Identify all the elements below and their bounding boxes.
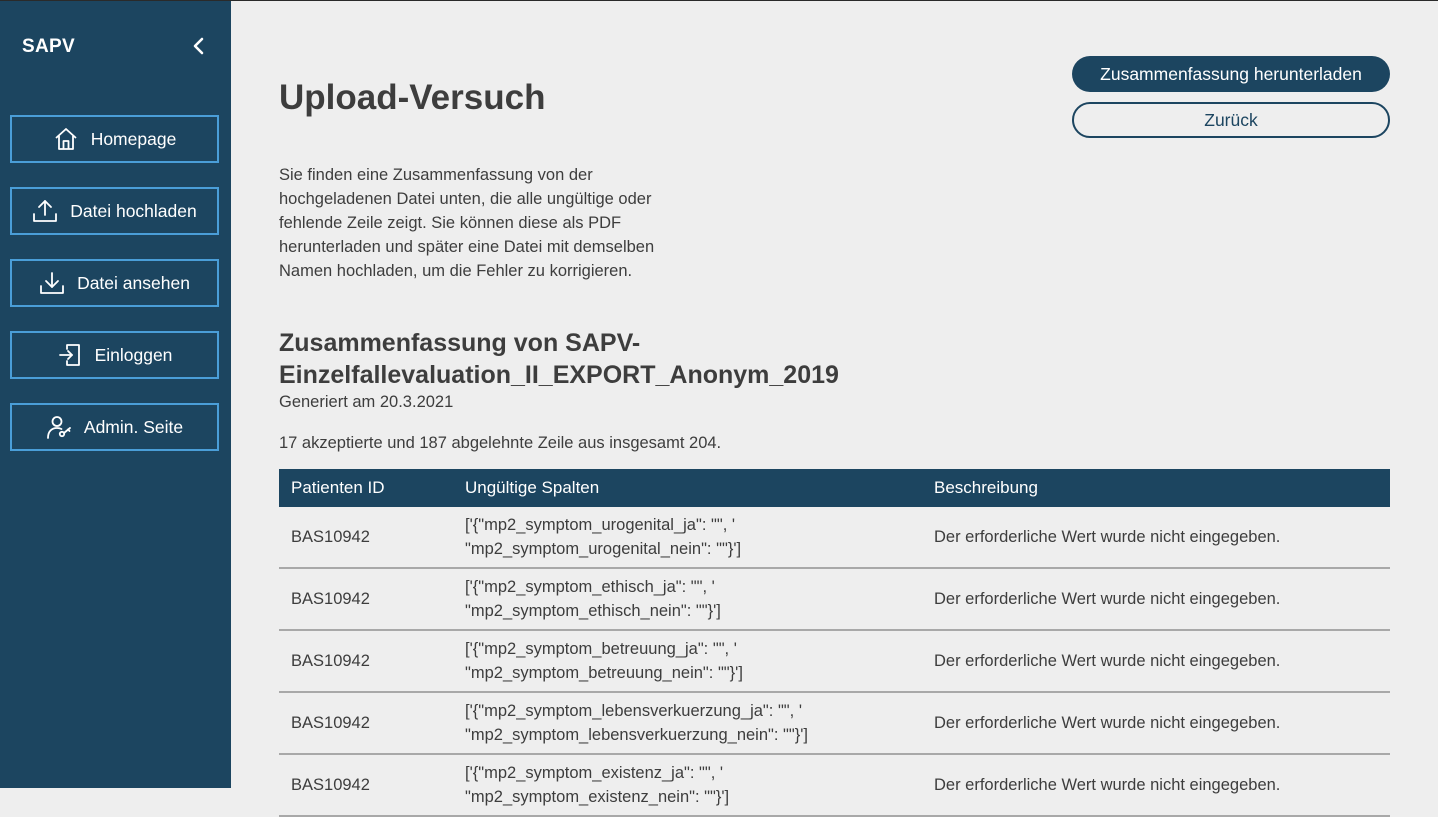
column-header-invalid-columns: Ungültige Spalten xyxy=(465,478,600,497)
table-row: BAS10942 ['{"mp2_symptom_ethisch_ja": ""… xyxy=(279,569,1390,631)
patient-id-cell: BAS10942 xyxy=(291,651,370,670)
errors-table: Patienten ID Ungültige Spalten Beschreib… xyxy=(279,469,1390,817)
summary-title: Zusammenfassung von SAPV-Einzelfallevalu… xyxy=(279,329,839,389)
app-brand: SAPV xyxy=(22,36,75,57)
sidebar-item-login[interactable]: Einloggen xyxy=(10,331,219,379)
admin-user-icon xyxy=(46,414,72,440)
table-row: BAS10942 ['{"mp2_symptom_urogenital_ja":… xyxy=(279,507,1390,569)
sidebar-item-admin[interactable]: Admin. Seite xyxy=(10,403,219,451)
download-summary-button[interactable]: Zusammenfassung herunterladen xyxy=(1072,56,1390,92)
page-title: Upload-Versuch xyxy=(279,78,546,117)
login-icon xyxy=(57,342,83,368)
sidebar-item-homepage[interactable]: Homepage xyxy=(10,115,219,163)
table-row: BAS10942 ['{"mp2_symptom_betreuung_ja": … xyxy=(279,631,1390,693)
description-cell: Der erforderliche Wert wurde nicht einge… xyxy=(934,527,1281,546)
column-header-description: Beschreibung xyxy=(934,478,1038,497)
sidebar: SAPV Homepage Datei hochladen Datei anse… xyxy=(0,0,231,788)
row-counts: 17 akzeptierte und 187 abgelehnte Zeile … xyxy=(279,434,722,452)
invalid-columns-cell: ['{"mp2_symptom_urogenital_ja": "", ' "m… xyxy=(465,516,742,558)
column-header-patient-id: Patienten ID xyxy=(291,478,385,497)
description-cell: Der erforderliche Wert wurde nicht einge… xyxy=(934,589,1281,608)
sidebar-item-label: Einloggen xyxy=(94,344,173,365)
description-cell: Der erforderliche Wert wurde nicht einge… xyxy=(934,713,1281,732)
sidebar-item-label: Datei hochladen xyxy=(70,200,197,221)
download-icon xyxy=(39,270,65,296)
table-row: BAS10942 ['{"mp2_symptom_lebensverkuerzu… xyxy=(279,693,1390,755)
description-cell: Der erforderliche Wert wurde nicht einge… xyxy=(934,775,1281,794)
patient-id-cell: BAS10942 xyxy=(291,713,370,732)
patient-id-cell: BAS10942 xyxy=(291,589,370,608)
back-button[interactable]: Zurück xyxy=(1072,102,1390,138)
intro-text: Sie finden eine Zusammenfassung von der … xyxy=(279,166,655,280)
table-row: BAS10942 ['{"mp2_symptom_existenz_ja": "… xyxy=(279,755,1390,817)
sidebar-item-view-file[interactable]: Datei ansehen xyxy=(10,259,219,307)
sidebar-item-label: Homepage xyxy=(90,128,177,149)
sidebar-item-label: Datei ansehen xyxy=(77,272,190,293)
sidebar-item-label: Admin. Seite xyxy=(83,416,184,437)
invalid-columns-cell: ['{"mp2_symptom_ethisch_ja": "", ' "mp2_… xyxy=(465,578,721,620)
invalid-columns-cell: ['{"mp2_symptom_betreuung_ja": "", ' "mp… xyxy=(465,640,743,682)
generated-date: Generiert am 20.3.2021 xyxy=(279,393,454,411)
sidebar-item-upload[interactable]: Datei hochladen xyxy=(10,187,219,235)
window-top-border xyxy=(0,0,1438,1)
upload-icon xyxy=(32,198,58,224)
chevron-left-icon xyxy=(193,37,204,55)
patient-id-cell: BAS10942 xyxy=(291,527,370,546)
patient-id-cell: BAS10942 xyxy=(291,775,370,794)
description-cell: Der erforderliche Wert wurde nicht einge… xyxy=(934,651,1281,670)
main-content: Upload-Versuch Zusammenfassung herunterl… xyxy=(231,0,1438,817)
invalid-columns-cell: ['{"mp2_symptom_existenz_ja": "", ' "mp2… xyxy=(465,764,730,806)
home-icon xyxy=(53,126,79,152)
collapse-sidebar-button[interactable] xyxy=(188,35,210,57)
table-header: Patienten ID Ungültige Spalten Beschreib… xyxy=(279,469,1390,507)
invalid-columns-cell: ['{"mp2_symptom_lebensverkuerzung_ja": "… xyxy=(465,702,809,744)
